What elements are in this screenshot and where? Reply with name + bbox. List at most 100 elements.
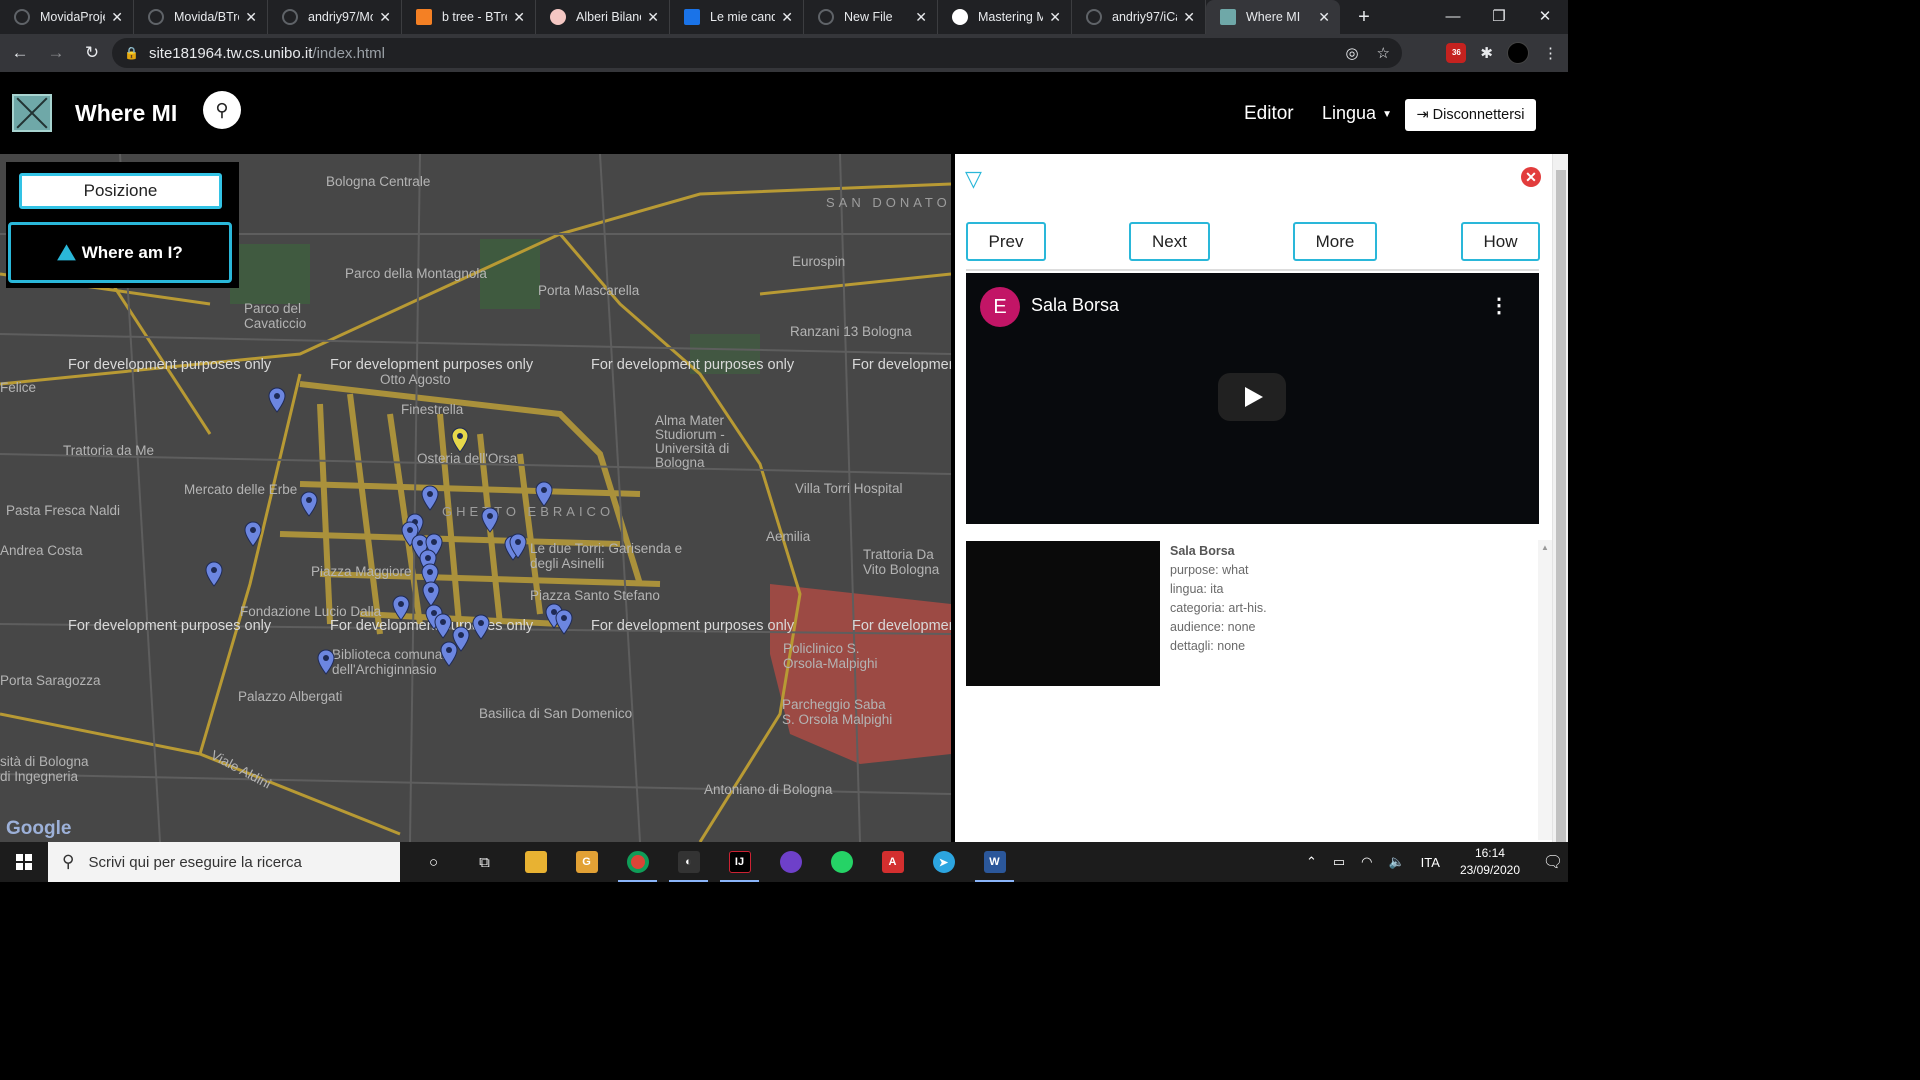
browser-tab[interactable]: MovidaProje ✕ bbox=[0, 0, 134, 34]
details-scrollbar[interactable]: ▲ bbox=[1538, 540, 1552, 840]
place-thumbnail[interactable] bbox=[966, 541, 1160, 686]
tab-close-icon[interactable]: ✕ bbox=[245, 9, 257, 26]
video-player[interactable]: E Sala Borsa ⋮ bbox=[966, 273, 1539, 524]
map-marker-icon[interactable] bbox=[509, 533, 527, 559]
clock[interactable]: 16:14 23/09/2020 bbox=[1460, 845, 1520, 879]
panel-scrollbar[interactable] bbox=[1552, 154, 1568, 842]
adblock-extension-icon[interactable]: 36 bbox=[1446, 43, 1467, 63]
show-hidden-icons-icon[interactable]: ⌃ bbox=[1306, 854, 1317, 870]
where-am-i-button[interactable]: ⛰ Where am I? bbox=[8, 222, 232, 283]
more-button[interactable]: More bbox=[1293, 222, 1377, 261]
map-marker-icon[interactable] bbox=[244, 521, 262, 547]
filter-icon[interactable]: ▽ bbox=[965, 166, 982, 192]
volume-icon[interactable]: 🔈 bbox=[1388, 854, 1404, 870]
start-button[interactable] bbox=[0, 842, 48, 882]
map-marker-icon[interactable] bbox=[392, 595, 410, 621]
app-brand[interactable]: Where MI bbox=[75, 100, 177, 127]
tab-close-icon[interactable]: ✕ bbox=[379, 9, 391, 26]
video-more-icon[interactable]: ⋮ bbox=[1489, 293, 1509, 318]
forward-icon[interactable]: → bbox=[40, 43, 72, 63]
browser-tab[interactable]: Alberi Bilanc ✕ bbox=[536, 0, 670, 34]
reload-icon[interactable]: ↻ bbox=[76, 43, 108, 63]
browser-tab[interactable]: Movida/BTre ✕ bbox=[134, 0, 268, 34]
map-marker-icon[interactable] bbox=[481, 507, 499, 533]
battery-icon[interactable]: ▭ bbox=[1333, 854, 1345, 870]
task-view-icon[interactable]: ⧉ bbox=[459, 842, 510, 882]
tab-close-icon[interactable]: ✕ bbox=[1318, 9, 1330, 26]
nav-editor-link[interactable]: Editor bbox=[1244, 103, 1294, 125]
back-icon[interactable]: ← bbox=[4, 43, 36, 63]
close-window-icon[interactable]: ✕ bbox=[1522, 0, 1568, 34]
restore-icon[interactable]: ❐ bbox=[1476, 0, 1522, 34]
taskbar-search[interactable]: ⚲ Scrivi qui per eseguire la ricerca bbox=[48, 842, 400, 882]
telegram-icon[interactable]: ➤ bbox=[918, 842, 969, 882]
bookmark-star-icon[interactable]: ☆ bbox=[1377, 44, 1390, 62]
prev-button[interactable]: Prev bbox=[966, 222, 1046, 261]
tab-close-icon[interactable]: ✕ bbox=[647, 9, 659, 26]
tab-close-icon[interactable]: ✕ bbox=[1183, 9, 1195, 26]
location-icon[interactable]: ◎ bbox=[1345, 44, 1358, 62]
dev-watermark: For development purposes only bbox=[852, 357, 951, 373]
address-bar[interactable]: 🔒 site181964.tw.cs.unibo.it/index.html ◎… bbox=[112, 38, 1402, 68]
git-bash-icon[interactable]: ◐ bbox=[663, 842, 714, 882]
channel-avatar[interactable]: E bbox=[980, 287, 1020, 327]
map-marker-icon[interactable] bbox=[555, 609, 573, 635]
map-marker-icon[interactable] bbox=[440, 641, 458, 667]
cortana-icon[interactable]: ○ bbox=[408, 842, 459, 882]
whatsapp-icon[interactable] bbox=[816, 842, 867, 882]
scrollbar-thumb[interactable] bbox=[1556, 170, 1566, 842]
wifi-icon[interactable]: ◠ bbox=[1361, 854, 1372, 870]
close-icon[interactable]: ✕ bbox=[1521, 167, 1541, 187]
map-marker-icon[interactable] bbox=[472, 614, 490, 640]
tab-close-icon[interactable]: ✕ bbox=[111, 9, 123, 26]
map-marker-icon[interactable] bbox=[421, 485, 439, 511]
scroll-up-icon[interactable]: ▲ bbox=[1538, 543, 1552, 552]
browser-menu-icon[interactable]: ⋮ bbox=[1543, 44, 1558, 62]
extensions-puzzle-icon[interactable]: ✱ bbox=[1480, 44, 1493, 62]
tab-close-icon[interactable]: ✕ bbox=[781, 9, 793, 26]
map-marker-icon[interactable] bbox=[268, 387, 286, 413]
new-tab-button[interactable]: + bbox=[1352, 6, 1376, 29]
play-button[interactable] bbox=[1218, 373, 1286, 421]
chrome-icon[interactable] bbox=[612, 842, 663, 882]
system-tray: ⌃ ▭ ◠ 🔈 ITA 16:14 23/09/2020 🗨 bbox=[1298, 842, 1568, 882]
map-label: Finestrella bbox=[401, 402, 464, 417]
app-logo-icon[interactable] bbox=[12, 94, 52, 132]
nav-lingua-dropdown[interactable]: Lingua ▼ bbox=[1322, 103, 1392, 124]
browser-tab[interactable]: New File ✕ bbox=[804, 0, 938, 34]
map-marker-icon[interactable] bbox=[434, 613, 452, 639]
map-label: Osteria dell'Orsa bbox=[417, 451, 518, 466]
map-label: Basilica di San Domenico bbox=[479, 706, 633, 721]
intellij-icon[interactable]: IJ bbox=[714, 842, 765, 882]
browser-tab[interactable]: andriy97/Mo ✕ bbox=[268, 0, 402, 34]
tab-close-icon[interactable]: ✕ bbox=[915, 9, 927, 26]
office-icon[interactable]: G bbox=[561, 842, 612, 882]
map-marker-icon[interactable] bbox=[300, 491, 318, 517]
map-marker-icon[interactable] bbox=[451, 427, 469, 453]
github-icon[interactable] bbox=[765, 842, 816, 882]
search-button[interactable]: ⚲ bbox=[203, 91, 241, 129]
tab-close-icon[interactable]: ✕ bbox=[1049, 9, 1061, 26]
park-area bbox=[480, 239, 540, 309]
browser-tab[interactable]: Le mie cand ✕ bbox=[670, 0, 804, 34]
language-indicator[interactable]: ITA bbox=[1421, 855, 1440, 870]
browser-tab[interactable]: b tree - BTre ✕ bbox=[402, 0, 536, 34]
word-icon[interactable]: W bbox=[969, 842, 1020, 882]
browser-tab[interactable]: Mastering M ✕ bbox=[938, 0, 1072, 34]
next-button[interactable]: Next bbox=[1129, 222, 1210, 261]
profile-avatar[interactable] bbox=[1507, 42, 1529, 64]
browser-tab[interactable]: andriy97/iCa ✕ bbox=[1072, 0, 1206, 34]
acrobat-icon[interactable]: A bbox=[867, 842, 918, 882]
map-marker-icon[interactable] bbox=[205, 561, 223, 587]
notification-center-icon[interactable]: 🗨 bbox=[1538, 852, 1568, 872]
minimize-icon[interactable]: — bbox=[1430, 0, 1476, 34]
file-explorer-icon[interactable] bbox=[510, 842, 561, 882]
browser-tab-active[interactable]: Where MI ✕ bbox=[1206, 0, 1340, 34]
logout-button[interactable]: ⇥ Disconnettersi bbox=[1405, 99, 1536, 131]
tab-close-icon[interactable]: ✕ bbox=[513, 9, 525, 26]
map-marker-icon[interactable] bbox=[317, 649, 335, 675]
map-marker-icon[interactable] bbox=[535, 481, 553, 507]
position-button[interactable]: Posizione bbox=[19, 173, 222, 209]
how-button[interactable]: How bbox=[1461, 222, 1540, 261]
video-title[interactable]: Sala Borsa bbox=[1031, 295, 1119, 316]
